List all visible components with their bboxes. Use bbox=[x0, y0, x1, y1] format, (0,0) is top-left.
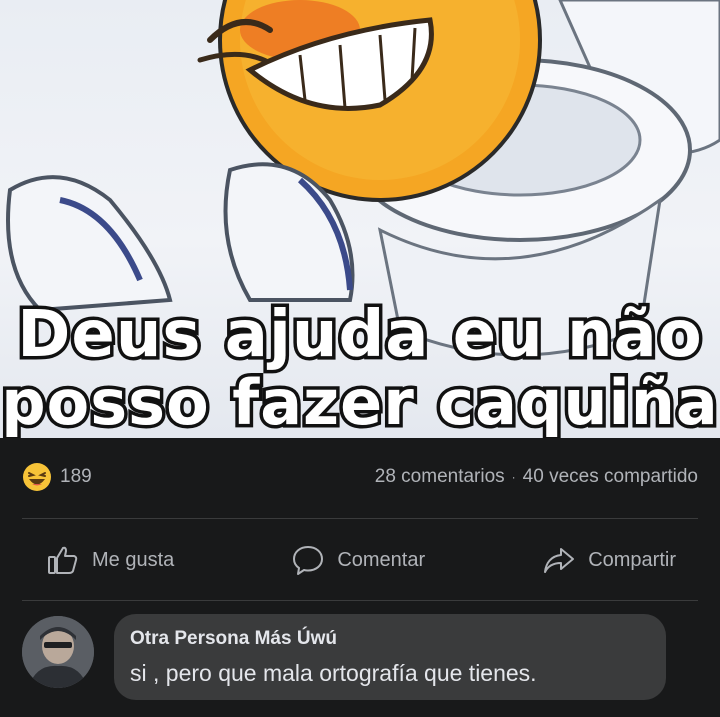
post-stats: 189 28 comentarios · 40 veces compartido bbox=[0, 438, 720, 516]
comment-button[interactable]: Comentar bbox=[291, 543, 425, 577]
like-label: Me gusta bbox=[92, 548, 175, 571]
reactions-summary[interactable]: 189 bbox=[22, 462, 92, 492]
haha-emoji-icon bbox=[23, 463, 51, 491]
share-arrow-icon bbox=[544, 548, 575, 573]
comment-label: Comentar bbox=[337, 548, 426, 571]
post-actions: Me gusta Comentar Compartir bbox=[0, 522, 720, 598]
meme-caption-line-2: posso fazer caquiña bbox=[0, 363, 720, 439]
separator-dot: · bbox=[511, 470, 516, 484]
comment-author[interactable]: Otra Persona Más Úwú bbox=[130, 628, 648, 650]
share-label: Compartir bbox=[588, 548, 676, 571]
comment-icon bbox=[293, 546, 324, 575]
reaction-count: 189 bbox=[60, 466, 92, 487]
divider bbox=[22, 600, 698, 601]
share-button[interactable]: Compartir bbox=[542, 543, 676, 577]
meme-caption-line-1: Deus ajuda eu não bbox=[14, 295, 705, 376]
avatar-photo bbox=[22, 616, 94, 688]
thumbs-up-icon bbox=[48, 546, 78, 574]
comment-bubble[interactable]: Otra Persona Más Úwú si , pero que mala … bbox=[114, 614, 666, 700]
comment-text: si , pero que mala ortografía que tienes… bbox=[130, 660, 537, 686]
divider bbox=[22, 518, 698, 519]
avatar[interactable] bbox=[22, 616, 94, 688]
shares-count-link[interactable]: 40 veces compartido bbox=[523, 466, 698, 488]
post-image[interactable]: Deus ajuda eu não posso fazer caquiña bbox=[0, 0, 720, 438]
comment-item: Otra Persona Más Úwú si , pero que mala … bbox=[22, 612, 712, 712]
like-button[interactable]: Me gusta bbox=[46, 543, 174, 577]
comments-count-link[interactable]: 28 comentarios bbox=[375, 466, 505, 488]
